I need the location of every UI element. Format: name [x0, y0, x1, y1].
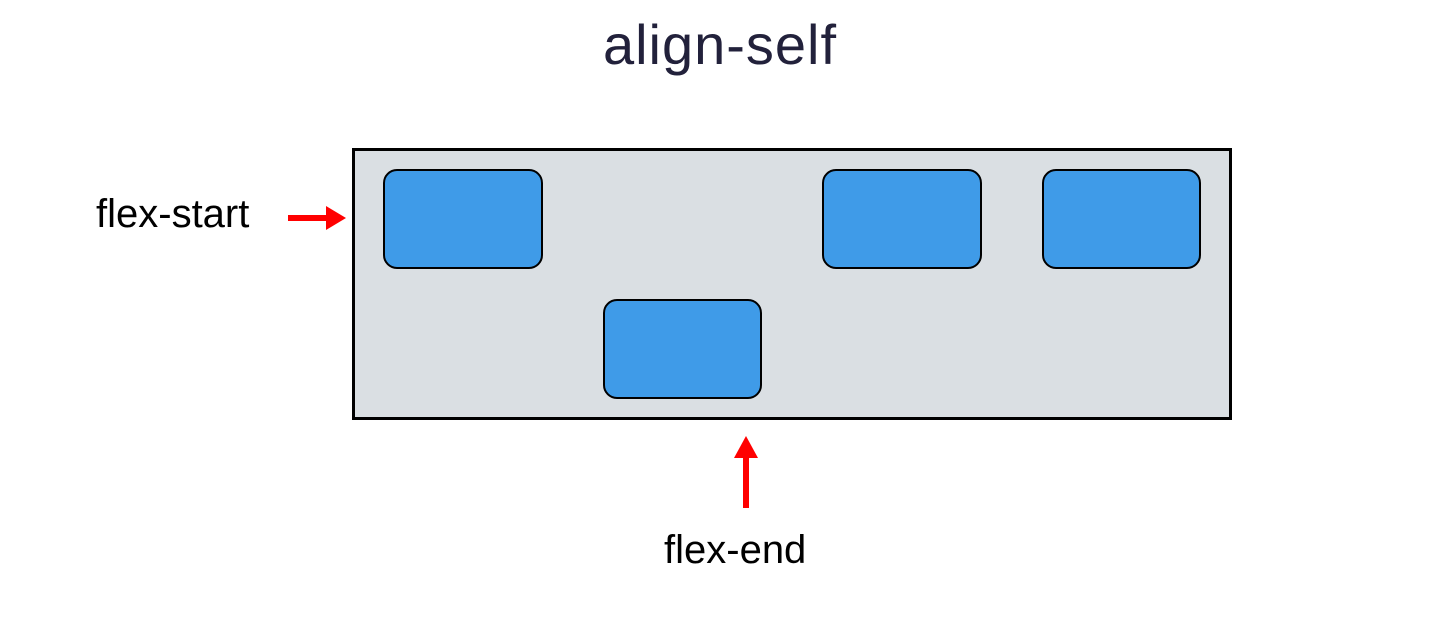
arrow-right-icon [288, 200, 346, 236]
arrow-up-icon [728, 436, 764, 508]
flex-item [1042, 169, 1202, 269]
flex-item [822, 169, 982, 269]
flex-item-self-end [603, 299, 763, 399]
flex-container [352, 148, 1232, 420]
flex-item [383, 169, 543, 269]
diagram-title: align-self [603, 12, 837, 77]
flex-start-label: flex-start [96, 192, 249, 237]
flex-end-label: flex-end [664, 528, 806, 573]
